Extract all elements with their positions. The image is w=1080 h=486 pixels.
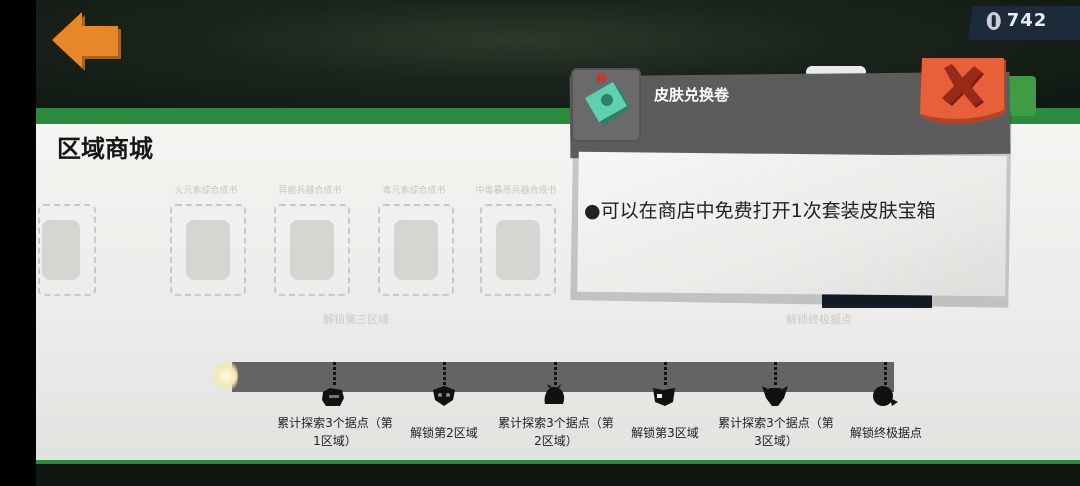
popup-title: 皮肤兑换卷 [654, 86, 730, 104]
slot-label: 中毒暴恶兵器合成书 [475, 186, 557, 196]
popup-description: ●可以在商店中免费打开1次套装皮肤宝箱 [584, 200, 936, 222]
region-subtitle: 解锁终极据点 [786, 313, 852, 326]
left-screen-edge [0, 0, 36, 486]
locked-item-icon [394, 220, 438, 280]
locked-item-icon [496, 220, 540, 280]
locked-item-icon [186, 220, 230, 280]
shop-slot[interactable] [38, 204, 96, 296]
creature-icon[interactable] [651, 384, 677, 408]
close-x-icon[interactable] [918, 58, 1010, 130]
milestone-chain [664, 362, 667, 386]
slot-label: 火元素综合成书 [174, 186, 238, 196]
shop-slot[interactable] [480, 204, 556, 296]
milestone-label: 解锁终极据点 [849, 426, 922, 440]
shop-slot[interactable] [170, 204, 246, 296]
back-arrow-icon[interactable] [48, 6, 126, 72]
beast-icon[interactable] [762, 384, 788, 408]
milestone-chain [884, 362, 887, 386]
milestone-chain [554, 362, 557, 386]
bottom-bar [36, 464, 1080, 486]
boss-icon[interactable] [872, 384, 898, 408]
coin-icon [986, 11, 1001, 30]
monster-icon[interactable] [541, 384, 567, 408]
popup-item-frame [573, 70, 639, 140]
locked-item-icon [42, 220, 80, 280]
currency-display: 742 [968, 6, 1080, 40]
region-subtitle: 解锁第三区域 [323, 313, 389, 326]
mask-icon[interactable] [431, 384, 457, 408]
milestone-chain [333, 362, 336, 386]
shop-slot[interactable] [378, 204, 454, 296]
milestone-chain [774, 362, 777, 386]
locked-item-icon [290, 220, 334, 280]
milestone-label: 累计探索3个据点（第2区域） [498, 416, 614, 448]
milestone-label: 累计探索3个据点（第1区域） [277, 416, 393, 448]
shop-slot[interactable] [274, 204, 350, 296]
skin-voucher-icon [585, 73, 631, 126]
progress-indicator [214, 358, 238, 394]
milestone-label: 累计探索3个据点（第3区域） [718, 416, 834, 448]
robot-head-icon[interactable] [320, 384, 346, 408]
slot-label: 异能兵器合成书 [278, 186, 342, 196]
milestone-label: 解锁第2区域 [410, 426, 478, 440]
currency-amount: 742 [1006, 10, 1048, 31]
milestone-chain [443, 362, 446, 386]
milestone-label: 解锁第3区域 [631, 426, 699, 440]
popup-body [577, 151, 1007, 297]
page-title: 区域商城 [57, 135, 153, 163]
